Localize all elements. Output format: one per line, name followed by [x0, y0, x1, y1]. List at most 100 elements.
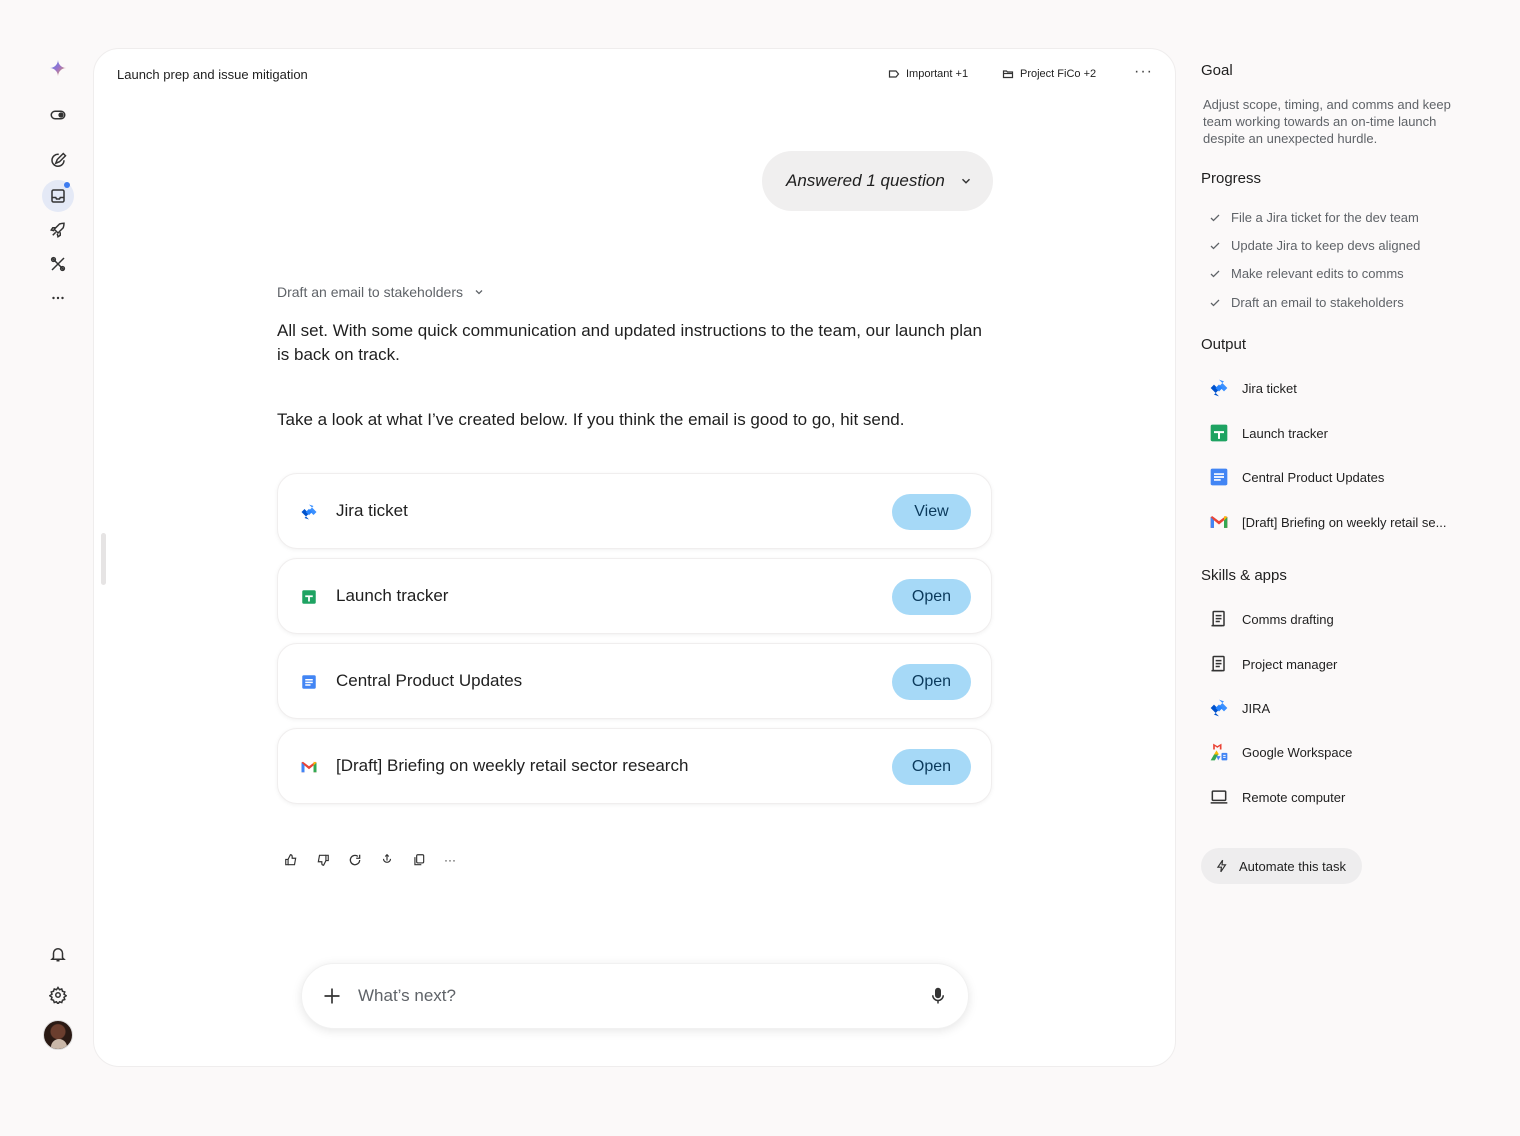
output-item-label: Central Product Updates	[1242, 469, 1385, 485]
progress-item: File a Jira ticket for the dev team	[1209, 210, 1419, 225]
inbox-icon[interactable]	[38, 180, 78, 212]
new-task-icon[interactable]	[38, 145, 78, 177]
automate-task-button[interactable]: Automate this task	[1201, 848, 1362, 884]
prompt-input[interactable]	[358, 980, 898, 1012]
check-icon	[1210, 242, 1220, 249]
output-card-launch-tracker[interactable]: Launch tracker Open	[277, 558, 992, 634]
jira-icon	[1208, 697, 1230, 719]
main-panel: Launch prep and issue mitigation Importa…	[93, 48, 1176, 1067]
card-label: Launch tracker	[336, 586, 449, 605]
step-toggle[interactable]: Draft an email to stakeholders	[277, 284, 485, 300]
output-item-draft-email[interactable]: [Draft] Briefing on weekly retail se...	[1208, 511, 1446, 533]
bell-icon[interactable]	[38, 938, 78, 970]
scroll-icon	[1208, 608, 1230, 630]
step-label: Draft an email to stakeholders	[277, 284, 463, 300]
check-icon	[1210, 299, 1220, 306]
goal-text: Adjust scope, timing, and comms and keep…	[1203, 97, 1451, 146]
skills-title: Skills & apps	[1201, 567, 1287, 584]
label-chip[interactable]: Important +1	[888, 68, 968, 80]
goal-title: Goal	[1201, 62, 1233, 79]
open-button[interactable]: Open	[892, 749, 971, 785]
check-icon	[1210, 214, 1220, 221]
card-label: Jira ticket	[336, 501, 408, 520]
output-card-draft-email[interactable]: [Draft] Briefing on weekly retail sector…	[277, 728, 992, 804]
left-rail	[38, 50, 78, 1060]
rocket-icon[interactable]	[38, 214, 78, 246]
output-card-jira[interactable]: Jira ticket View	[277, 473, 992, 549]
resize-handle[interactable]	[101, 533, 106, 585]
skill-item-project-manager[interactable]: Project manager	[1208, 653, 1337, 675]
view-button[interactable]: View	[892, 494, 971, 530]
tools-icon[interactable]	[38, 248, 78, 280]
gemini-logo-icon[interactable]	[38, 52, 78, 84]
regenerate-icon[interactable]	[348, 853, 362, 867]
folder-chip-text: Project FiCo +2	[1020, 68, 1097, 80]
label-chip-text: Important +1	[906, 68, 969, 80]
copy-icon[interactable]	[412, 853, 426, 867]
header-more-button[interactable]: ···	[1134, 63, 1153, 81]
chevron-down-icon	[961, 178, 970, 184]
answered-question-pill[interactable]: Answered 1 question	[762, 151, 993, 211]
progress-item-label: Update Jira to keep devs aligned	[1231, 238, 1421, 253]
page-title: Launch prep and issue mitigation	[117, 67, 308, 82]
thumbs-down-icon[interactable]	[316, 853, 330, 867]
progress-item: Update Jira to keep devs aligned	[1209, 238, 1420, 253]
check-icon	[1210, 270, 1220, 277]
sheets-icon	[302, 590, 316, 604]
output-title: Output	[1201, 336, 1247, 353]
folder-chip[interactable]: Project FiCo +2	[1002, 68, 1096, 80]
output-item-central-product-updates[interactable]: Central Product Updates	[1208, 466, 1384, 488]
composer	[301, 963, 969, 1029]
progress-item: Make relevant edits to comms	[1209, 266, 1404, 281]
response-message: All set. With some quick communication a…	[277, 321, 982, 364]
docs-icon	[1208, 466, 1230, 488]
scroll-icon	[1208, 653, 1230, 675]
skill-item-label: JIRA	[1242, 700, 1271, 716]
docs-icon	[302, 675, 316, 689]
add-icon[interactable]	[322, 986, 342, 1006]
gmail-icon	[1208, 511, 1230, 533]
card-label: [Draft] Briefing on weekly retail sector…	[336, 756, 689, 775]
lightning-icon	[1216, 859, 1227, 873]
progress-item-label: Make relevant edits to comms	[1231, 266, 1404, 281]
output-item-label: [Draft] Briefing on weekly retail se...	[1242, 514, 1447, 530]
skill-item-remote-computer[interactable]: Remote computer	[1208, 786, 1345, 808]
avatar[interactable]	[43, 1020, 73, 1050]
skill-item-label: Project manager	[1242, 656, 1338, 672]
more-icon[interactable]	[38, 282, 78, 314]
response-message: Take a look at what I’ve created below. …	[277, 410, 905, 429]
skill-item-comms-drafting[interactable]: Comms drafting	[1208, 608, 1334, 630]
jira-icon	[301, 504, 317, 520]
progress-item: Draft an email to stakeholders	[1209, 295, 1404, 310]
more-icon[interactable]: ···	[444, 853, 456, 867]
output-item-jira[interactable]: Jira ticket	[1208, 377, 1297, 399]
progress-item-label: Draft an email to stakeholders	[1231, 295, 1404, 310]
sheets-icon	[1208, 422, 1230, 444]
gmail-icon	[301, 761, 317, 773]
workspace-icon	[1208, 741, 1230, 763]
label-icon	[888, 70, 900, 78]
answered-question-text: Answered 1 question	[786, 171, 945, 190]
response-actions: ···	[284, 853, 456, 867]
laptop-icon	[1208, 786, 1230, 808]
skill-item-jira[interactable]: JIRA	[1208, 697, 1270, 719]
chevron-down-icon	[475, 290, 483, 295]
progress-item-label: File a Jira ticket for the dev team	[1231, 210, 1419, 225]
thumbs-up-icon[interactable]	[284, 853, 298, 867]
settings-icon[interactable]	[38, 979, 78, 1011]
automate-task-label: Automate this task	[1239, 858, 1346, 874]
output-item-label: Jira ticket	[1242, 380, 1297, 396]
skill-item-label: Comms drafting	[1242, 611, 1334, 627]
toggle-icon[interactable]	[38, 99, 78, 131]
microphone-icon[interactable]	[929, 986, 947, 1006]
output-card-central-product-updates[interactable]: Central Product Updates Open	[277, 643, 992, 719]
open-button[interactable]: Open	[892, 579, 971, 615]
open-button[interactable]: Open	[892, 664, 971, 700]
progress-title: Progress	[1201, 170, 1262, 187]
share-icon[interactable]	[380, 853, 394, 867]
output-item-launch-tracker[interactable]: Launch tracker	[1208, 422, 1328, 444]
card-label: Central Product Updates	[336, 671, 523, 690]
skill-item-google-workspace[interactable]: Google Workspace	[1208, 741, 1352, 763]
task-sidebar: Goal Adjust scope, timing, and comms and…	[1201, 0, 1501, 1136]
skill-item-label: Remote computer	[1242, 789, 1346, 805]
